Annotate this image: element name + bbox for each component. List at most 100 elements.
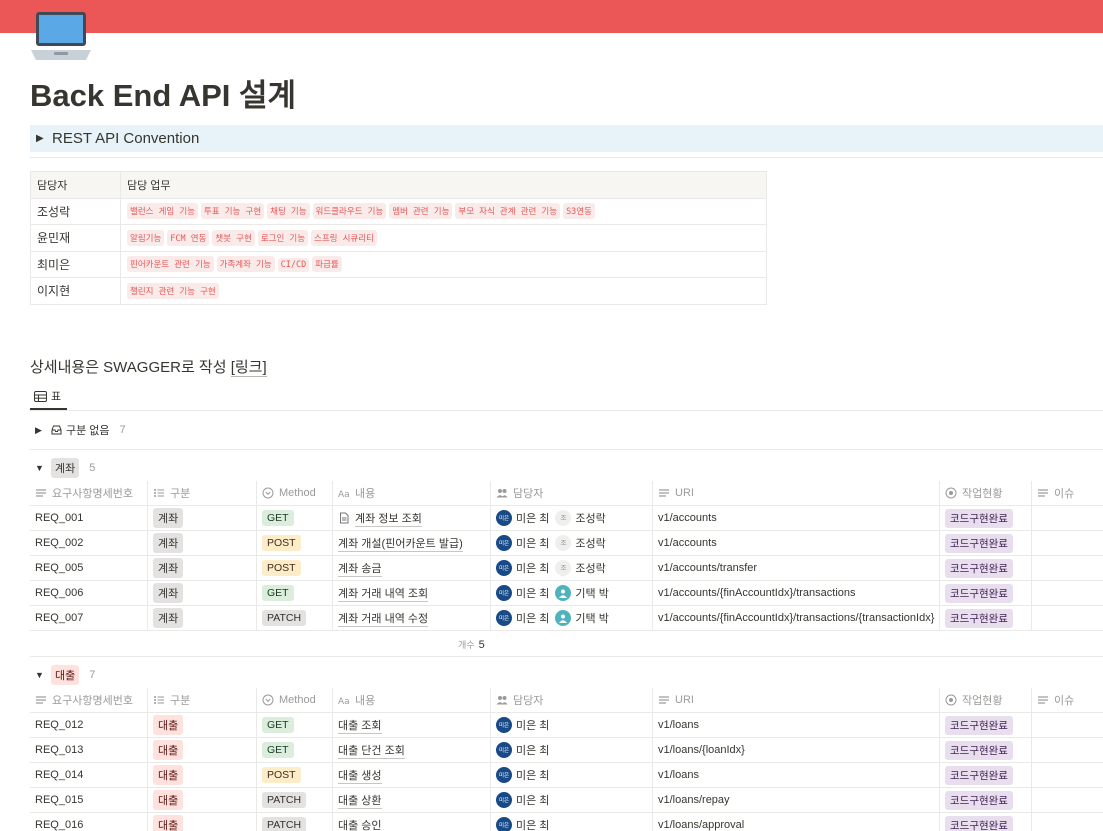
status-badge: 코드구현완료 (945, 740, 1013, 760)
task-chip: FCM 연동 (167, 229, 210, 246)
column-header[interactable]: URI (653, 688, 940, 712)
content-cell[interactable]: 계좌 개설(핀어카운트 발급) (333, 531, 491, 555)
column-header[interactable]: 담당자 (491, 481, 653, 505)
content-link[interactable]: 대출 단건 조회 (338, 742, 405, 759)
group-none-header[interactable]: ▶ 구분 없음 7 (30, 422, 126, 438)
table-row[interactable]: REQ_005 계좌 POST 계좌 송금 미은 미은 최 조 조성락 v1/accounts/… (30, 556, 1103, 581)
method-cell: POST (257, 763, 333, 787)
column-header[interactable]: Aa 내용 (333, 688, 491, 712)
method-tag: GET (262, 717, 294, 733)
content-cell[interactable]: 계좌 거래 내역 수정 (333, 606, 491, 630)
content-cell[interactable]: 계좌 송금 (333, 556, 491, 580)
issue-cell[interactable] (1032, 713, 1103, 737)
task-chip: 로그인 기능 (257, 229, 309, 246)
column-header[interactable]: 이슈 (1032, 688, 1103, 712)
issue-cell[interactable] (1032, 813, 1103, 831)
content-cell[interactable]: 대출 상환 (333, 788, 491, 812)
owner-name: 조성락 (30, 197, 121, 225)
method-tag: POST (262, 767, 301, 783)
issue-cell[interactable] (1032, 606, 1103, 630)
column-header[interactable]: Method (257, 481, 333, 505)
owner-tasks: 알림기능 FCM 연동 챗봇 구현 로그인 기능 스프링 시큐리티 (120, 224, 767, 252)
column-header[interactable]: Aa 내용 (333, 481, 491, 505)
table-row[interactable]: REQ_007 계좌 PATCH 계좌 거래 내역 수정 미은 미은 최 기택 박 v1/ac… (30, 606, 1103, 631)
content-link[interactable]: 대출 승인 (338, 817, 382, 831)
table-row[interactable]: REQ_016 대출 PATCH 대출 승인 미은 미은 최 v1/loans/approv… (30, 813, 1103, 831)
collapse-triangle-icon[interactable]: ▼ (35, 670, 51, 680)
content-link[interactable]: 대출 생성 (338, 767, 382, 784)
status-badge: 코드구현완료 (945, 558, 1013, 578)
column-header[interactable]: 구분 (148, 688, 257, 712)
expand-triangle-icon[interactable]: ▶ (35, 425, 51, 436)
table-row[interactable]: REQ_001 계좌 GET 계좌 정보 조회 미은 미은 최 조 조성락 v1/account… (30, 506, 1103, 531)
issue-cell[interactable] (1032, 738, 1103, 762)
column-header[interactable]: 이슈 (1032, 481, 1103, 505)
issue-cell[interactable] (1032, 763, 1103, 787)
column-header[interactable]: 작업현황 (940, 688, 1032, 712)
column-header[interactable]: Method (257, 688, 333, 712)
content-link[interactable]: 계좌 거래 내역 수정 (338, 610, 429, 627)
table-row[interactable]: REQ_014 대출 POST 대출 생성 미은 미은 최 v1/loans 코드구현완료 (30, 763, 1103, 788)
tab-table-view[interactable]: 표 (30, 384, 68, 410)
table-row[interactable]: REQ_006 계좌 GET 계좌 거래 내역 조회 미은 미은 최 기택 박 v1/acco… (30, 581, 1103, 606)
task-chip: 스프링 시큐리티 (311, 229, 377, 246)
method-cell: PATCH (257, 788, 333, 812)
category-cell: 계좌 (148, 531, 257, 555)
group-divider (30, 449, 1103, 450)
column-header[interactable]: 담당자 (491, 688, 653, 712)
content-link[interactable]: 대출 조회 (338, 717, 382, 734)
owner-table: 담당자 담당 업무 조성락 밸런스 게임 기능 투표 기능 구현 채팅 기능 워드클라우… (30, 171, 767, 305)
task-chip: 워드클라우드 기능 (312, 203, 387, 220)
collapse-triangle-icon[interactable]: ▼ (35, 463, 51, 473)
column-header[interactable]: 요구사항명세번호 (30, 481, 148, 505)
issue-cell[interactable] (1032, 531, 1103, 555)
select-icon (262, 694, 274, 706)
laptop-icon[interactable] (30, 10, 92, 62)
status-cell: 코드구현완료 (940, 531, 1032, 555)
toggle-triangle-icon[interactable]: ▶ (36, 133, 50, 144)
divider (30, 157, 1103, 158)
content-cell[interactable]: 대출 조회 (333, 713, 491, 737)
text-icon: Aa (338, 490, 350, 499)
assignee-cell: 미은 미은 최 (491, 713, 653, 737)
column-header[interactable]: 구분 (148, 481, 257, 505)
content-link[interactable]: 계좌 송금 (338, 560, 382, 577)
content-cell[interactable]: 계좌 정보 조회 (333, 506, 491, 530)
column-header[interactable]: URI (653, 481, 940, 505)
category-cell: 계좌 (148, 506, 257, 530)
list-icon (659, 489, 669, 497)
table-row[interactable]: REQ_015 대출 PATCH 대출 상환 미은 미은 최 v1/loans/repay 코… (30, 788, 1103, 813)
content-link[interactable]: 계좌 개설(핀어카운트 발급) (338, 535, 463, 552)
uri-cell: v1/accounts/transfer (653, 556, 940, 580)
issue-cell[interactable] (1032, 788, 1103, 812)
content-cell[interactable]: 대출 단건 조회 (333, 738, 491, 762)
table-row[interactable]: REQ_013 대출 GET 대출 단건 조회 미은 미은 최 v1/loans/{loan… (30, 738, 1103, 763)
content-cell[interactable]: 계좌 거래 내역 조회 (333, 581, 491, 605)
multi-select-icon (154, 489, 164, 497)
swagger-link[interactable]: [링크] (230, 359, 267, 377)
issue-cell[interactable] (1032, 581, 1103, 605)
count-footer: 개수 5 (458, 638, 485, 651)
loan-table: 요구사항명세번호 구분 Method Aa 내용 담당자 URI 작업현황 이슈 REQ_012… (30, 688, 1103, 831)
owner-tasks: 챌린지 관련 기능 구현 (120, 277, 767, 305)
rest-api-toggle[interactable]: ▶ REST API Convention (30, 125, 1103, 152)
table-row[interactable]: REQ_002 계좌 POST 계좌 개설(핀어카운트 발급) 미은 미은 최 조 조성락 v1… (30, 531, 1103, 556)
column-header[interactable]: 요구사항명세번호 (30, 688, 148, 712)
issue-cell[interactable] (1032, 556, 1103, 580)
content-link[interactable]: 계좌 정보 조회 (355, 510, 422, 527)
category-tag: 대출 (153, 815, 184, 831)
content-link[interactable]: 대출 상환 (338, 792, 382, 809)
view-divider (30, 410, 1103, 411)
uri-cell: v1/accounts/{finAccountIdx}/transactions… (653, 606, 940, 630)
column-header[interactable]: 작업현황 (940, 481, 1032, 505)
group-loan-header[interactable]: ▼ 대출 7 (30, 664, 95, 685)
svg-text:Aa: Aa (338, 697, 350, 706)
content-cell[interactable]: 대출 생성 (333, 763, 491, 787)
table-row[interactable]: REQ_012 대출 GET 대출 조회 미은 미은 최 v1/loans 코드구현완료 (30, 713, 1103, 738)
content-link[interactable]: 계좌 거래 내역 조회 (338, 585, 429, 602)
task-chip: 핀어카운트 관련 기능 (127, 256, 214, 273)
column-header-row: 요구사항명세번호 구분 Method Aa 내용 담당자 URI 작업현황 이슈 (30, 688, 1103, 713)
content-cell[interactable]: 대출 승인 (333, 813, 491, 831)
issue-cell[interactable] (1032, 506, 1103, 530)
group-account-header[interactable]: ▼ 계좌 5 (30, 457, 95, 478)
